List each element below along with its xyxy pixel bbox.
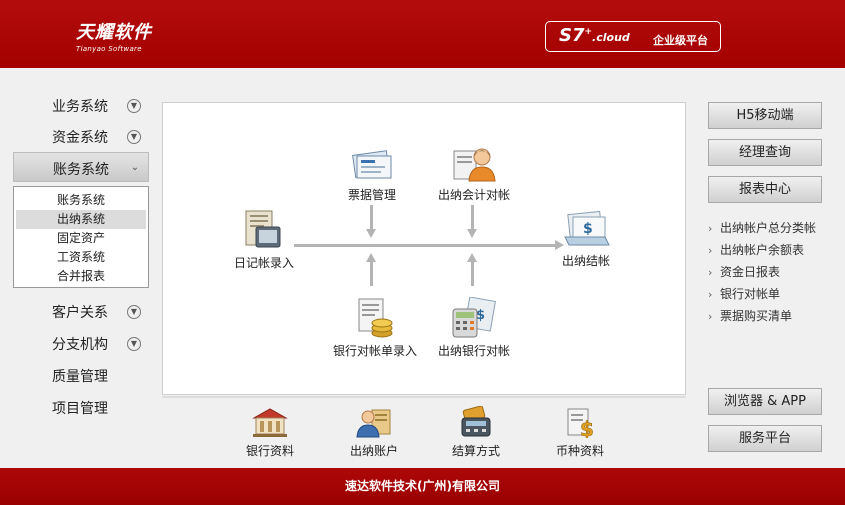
flow-node-bank-statement-entry[interactable]: 银行对帐单录入 — [323, 297, 427, 359]
product-tagline: 企业级平台 — [653, 34, 708, 47]
sidebar-item-label: 客户关系 — [52, 305, 108, 321]
flow-node-label: 日记帐录入 — [233, 256, 294, 270]
sidebar-item-label: 项目管理 — [52, 401, 108, 417]
report-link-general-ledger[interactable]: › 出纳帐户总分类帐 — [708, 217, 838, 239]
service-platform-button[interactable]: 服务平台 — [708, 425, 822, 452]
flow-line-accounting-check — [471, 205, 474, 229]
product-name: S7+.cloud — [559, 25, 630, 46]
report-link-label: 银行对帐单 — [720, 287, 781, 301]
chevron-down-icon: ⌄ — [130, 162, 140, 173]
flow-arrow-up — [467, 253, 477, 262]
flow-node-journal-entry[interactable]: 日记帐录入 — [227, 209, 301, 271]
sidebar-item-label: 分支机构 — [52, 337, 108, 353]
sidebar-item-label: 业务系统 — [52, 99, 108, 115]
tool-label: 出纳账户 — [349, 444, 398, 458]
sidebar-item-accounting[interactable]: 账务系统 ⌄ — [13, 152, 149, 182]
report-link-label: 出纳帐户总分类帐 — [720, 221, 817, 235]
sidebar-item-business[interactable]: 业务系统 ▼ — [13, 90, 149, 120]
flow-node-cashier-accounting-check[interactable]: 出纳会计对帐 — [429, 143, 519, 203]
report-link-daily-funds[interactable]: › 资金日报表 — [708, 261, 838, 283]
tool-label: 银行资料 — [245, 444, 294, 458]
tool-settlement-method[interactable]: 结算方式 — [446, 406, 506, 459]
report-link-bill-purchases[interactable]: › 票据购买清单 — [708, 305, 838, 327]
sidebar-item-funds[interactable]: 资金系统 ▼ — [13, 121, 149, 151]
h5-mobile-button[interactable]: H5移动端 — [708, 102, 822, 129]
flow-node-bill-management[interactable]: 票据管理 — [335, 145, 409, 203]
flow-main-line — [294, 244, 556, 247]
submenu-item-cashier[interactable]: 出纳系统 — [16, 210, 146, 229]
tool-bank-info[interactable]: 银行资料 — [240, 406, 300, 459]
chevron-down-circle-icon: ▼ — [127, 99, 141, 113]
chevron-right-icon: › — [708, 244, 713, 257]
bills-icon — [352, 150, 392, 179]
flow-node-label: 出纳银行对帐 — [437, 344, 510, 358]
sidebar-item-label: 资金系统 — [52, 130, 108, 146]
card-terminal-icon — [461, 406, 491, 437]
sidebar-item-label: 质量管理 — [52, 369, 108, 385]
flow-arrow-up — [366, 253, 376, 262]
sidebar-item-quality[interactable]: 质量管理 — [13, 360, 149, 390]
submenu-item-payroll[interactable]: 工资系统 — [16, 248, 146, 267]
tool-label: 结算方式 — [451, 444, 500, 458]
cashier-flow-panel: 日记帐录入 票据管理 出纳会计对帐 $ 出纳结帐 银行对帐单录入 $ 出纳银行对… — [162, 102, 686, 395]
logo-subtitle: Tianyao Software — [76, 45, 142, 53]
browser-app-button[interactable]: 浏览器 & APP — [708, 388, 822, 415]
report-link-label: 票据购买清单 — [720, 309, 793, 323]
flow-node-label: 银行对帐单录入 — [332, 344, 417, 358]
cashier-account-icon — [356, 409, 391, 438]
chevron-down-circle-icon: ▼ — [127, 337, 141, 351]
chevron-down-circle-icon: ▼ — [127, 305, 141, 319]
report-link-label: 出纳帐户余额表 — [720, 243, 805, 257]
report-link-balance[interactable]: › 出纳帐户余额表 — [708, 239, 838, 261]
report-link-label: 资金日报表 — [720, 265, 781, 279]
tool-label: 币种资料 — [555, 444, 604, 458]
flow-node-cashier-closing[interactable]: $ 出纳结帐 — [549, 207, 623, 269]
flow-node-label: 出纳会计对帐 — [437, 188, 510, 202]
chevron-right-icon: › — [708, 288, 713, 301]
flow-node-label: 出纳结帐 — [561, 254, 610, 268]
manager-query-button[interactable]: 经理查询 — [708, 139, 822, 166]
footer-copyright: 速达软件技术(广州)有限公司 — [0, 468, 845, 505]
flow-node-cashier-bank-check[interactable]: $ 出纳银行对帐 — [431, 297, 517, 359]
company-logo: 天耀软件 Tianyao Software — [76, 18, 152, 53]
app-header: 天耀软件 Tianyao Software S7+.cloud 企业级平台 — [0, 0, 845, 68]
flow-line-bank-check — [471, 262, 474, 286]
chevron-down-circle-icon: ▼ — [127, 130, 141, 144]
report-center-button[interactable]: 报表中心 — [708, 176, 822, 203]
report-list: › 出纳帐户总分类帐 › 出纳帐户余额表 › 资金日报表 › 银行对帐单 › 票据购买清单 — [708, 217, 838, 327]
flow-node-label: 票据管理 — [347, 188, 396, 202]
bank-building-icon — [252, 408, 288, 437]
money-papers-icon: $ — [564, 210, 610, 246]
logo-name: 天耀软件 — [76, 22, 152, 43]
chevron-right-icon: › — [708, 266, 713, 279]
accounting-submenu: 账务系统 出纳系统 固定资产 工资系统 合并报表 — [13, 186, 149, 288]
flow-line-bill — [370, 205, 373, 229]
chevron-right-icon: › — [708, 222, 713, 235]
document-coins-icon — [358, 298, 393, 338]
submenu-item-consolidated-reports[interactable]: 合并报表 — [16, 267, 146, 286]
ledger-book-icon — [245, 210, 281, 248]
flow-arrow-down — [366, 229, 376, 238]
sidebar-item-projects[interactable]: 项目管理 — [13, 392, 149, 422]
submenu-item-accounting[interactable]: 账务系统 — [16, 191, 146, 210]
tool-cashier-account[interactable]: 出纳账户 — [344, 406, 404, 459]
svg-text:$: $ — [580, 417, 594, 438]
tool-currency-info[interactable]: $ 币种资料 — [550, 406, 610, 459]
flow-arrow-down — [467, 229, 477, 238]
svg-text:$: $ — [583, 221, 593, 237]
person-documents-icon — [453, 148, 496, 182]
flow-line-statement — [370, 262, 373, 286]
sidebar-item-label: 账务系统 — [53, 162, 109, 178]
sidebar-item-branches[interactable]: 分支机构 ▼ — [13, 328, 149, 358]
chevron-right-icon: › — [708, 310, 713, 323]
report-link-bank-statement[interactable]: › 银行对帐单 — [708, 283, 838, 305]
submenu-item-fixed-assets[interactable]: 固定资产 — [16, 229, 146, 248]
panel-divider — [162, 396, 686, 398]
dollar-document-icon: $ — [567, 408, 594, 438]
product-badge: S7+.cloud 企业级平台 — [545, 21, 721, 52]
calculator-icon: $ — [452, 297, 496, 338]
sidebar-item-crm[interactable]: 客户关系 ▼ — [13, 296, 149, 326]
